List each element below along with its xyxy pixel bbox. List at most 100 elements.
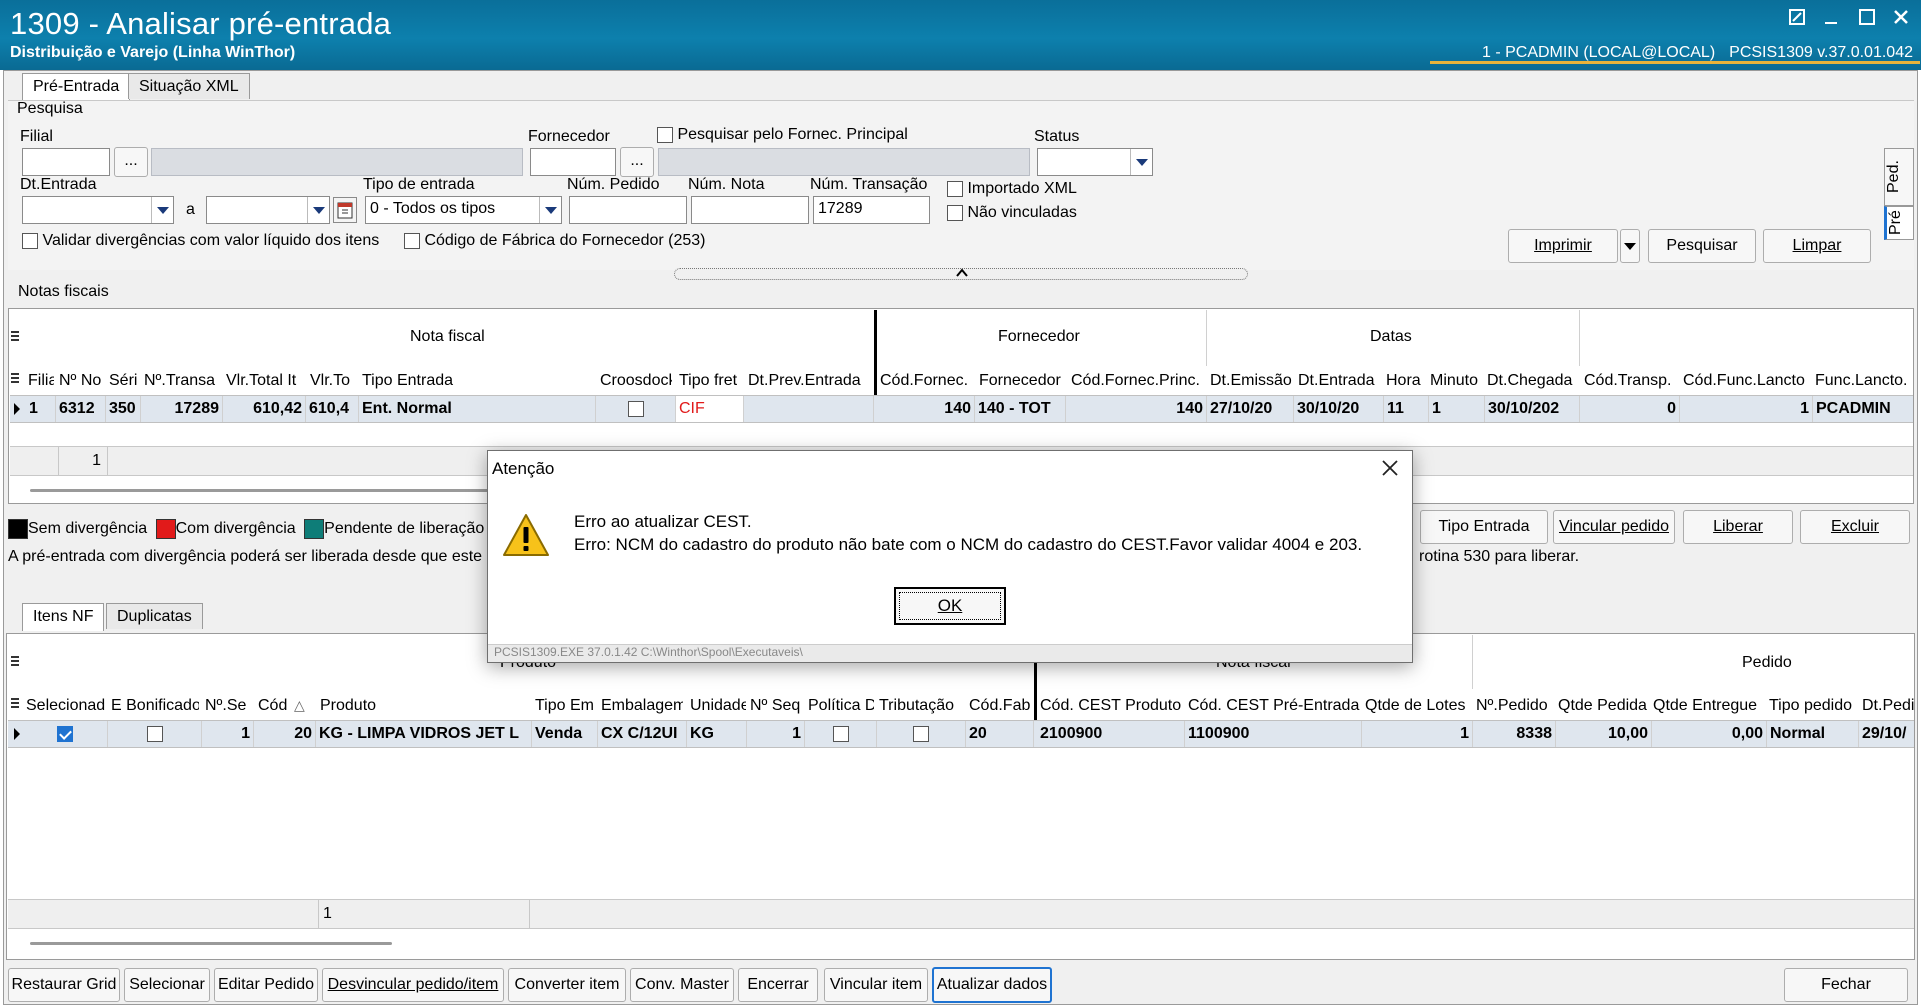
selecionar-button[interactable]: Selecionar bbox=[124, 968, 210, 1002]
restore-icon[interactable] bbox=[1782, 8, 1812, 32]
col-cest-produto[interactable]: Cód. CEST Produto bbox=[1040, 697, 1185, 715]
col-tipo-pedido[interactable]: Tipo pedido bbox=[1769, 697, 1859, 715]
col-selecionado[interactable]: Selecionad bbox=[26, 697, 106, 715]
atualizar-dados-button[interactable]: Atualizar dados bbox=[932, 967, 1052, 1003]
col-transacao[interactable]: Nº.Transa bbox=[144, 372, 222, 390]
nao-vinculadas-check-icon[interactable] bbox=[947, 204, 963, 221]
col-qtde-pedida[interactable]: Qtde Pedida bbox=[1558, 697, 1650, 715]
col-cod-fornec[interactable]: Cód.Fornec. bbox=[880, 372, 975, 390]
col-dt-prev-entrada[interactable]: Dt.Prev.Entrada bbox=[748, 372, 872, 390]
grid-menu-icon[interactable] bbox=[10, 330, 20, 347]
converter-item-button[interactable]: Converter item bbox=[508, 968, 626, 1002]
col-cod-transp[interactable]: Cód.Transp. bbox=[1584, 372, 1682, 390]
nao-vinculadas-checkbox[interactable]: Não vinculadas bbox=[947, 204, 1077, 222]
encerrar-button[interactable]: Encerrar bbox=[738, 968, 818, 1002]
col-vlr-total[interactable]: Vlr.Total It bbox=[226, 372, 304, 390]
col-dt-entrada[interactable]: Dt.Entrada bbox=[1298, 372, 1384, 390]
minimize-icon[interactable] bbox=[1816, 8, 1846, 32]
col-dt-emissao[interactable]: Dt.Emissão bbox=[1210, 372, 1294, 390]
editar-pedido-button[interactable]: Editar Pedido bbox=[214, 968, 318, 1002]
col-vlr-to[interactable]: Vlr.To bbox=[310, 372, 358, 390]
col-qtde-entregue[interactable]: Qtde Entregue bbox=[1653, 697, 1767, 715]
col-dt-chegada[interactable]: Dt.Chegada bbox=[1487, 372, 1579, 390]
conv-master-button[interactable]: Conv. Master bbox=[630, 968, 734, 1002]
validar-check-icon[interactable] bbox=[22, 232, 38, 249]
side-tab-pre[interactable]: Pré bbox=[1884, 206, 1914, 240]
chevron-down-icon[interactable] bbox=[151, 197, 173, 223]
num-transacao-input[interactable]: 17289 bbox=[813, 196, 930, 224]
croosdock-checkbox[interactable] bbox=[627, 401, 644, 417]
side-tab-ped[interactable]: Ped. bbox=[1884, 148, 1914, 206]
dialog-close-icon[interactable] bbox=[1381, 459, 1399, 482]
tipo-entrada-select[interactable]: 0 - Todos os tipos bbox=[365, 196, 562, 224]
itens-scrollbar[interactable] bbox=[30, 942, 392, 945]
chevron-down-icon[interactable] bbox=[539, 197, 561, 223]
bonificado-checkbox[interactable] bbox=[146, 726, 163, 742]
col-tipo-entrada[interactable]: Tipo Entrada bbox=[362, 372, 592, 390]
col-dt-pedido[interactable]: Dt.Pedi bbox=[1862, 697, 1914, 715]
col-tributacao[interactable]: Tributação bbox=[879, 697, 965, 715]
fornecedor-lookup-button[interactable]: ... bbox=[620, 147, 654, 177]
sort-ascending-icon[interactable]: △ bbox=[294, 697, 305, 714]
politica-checkbox[interactable] bbox=[832, 726, 849, 742]
vincular-item-button[interactable]: Vincular item bbox=[824, 968, 928, 1002]
importado-xml-checkbox[interactable]: Importado XML bbox=[947, 180, 1077, 198]
tab-situacao-xml[interactable]: Situação XML bbox=[128, 73, 250, 99]
maximize-icon[interactable] bbox=[1852, 8, 1882, 32]
imprimir-dropdown-button[interactable] bbox=[1620, 229, 1640, 263]
col-embalagem[interactable]: Embalagem bbox=[601, 697, 683, 715]
imprimir-button[interactable]: Imprimir bbox=[1508, 229, 1618, 263]
col-fornecedor[interactable]: Fornecedor bbox=[979, 372, 1063, 390]
desvincular-pedido-button[interactable]: Desvincular pedido/item bbox=[322, 968, 504, 1002]
num-pedido-input[interactable] bbox=[569, 196, 687, 224]
grid-menu-icon[interactable] bbox=[10, 372, 20, 389]
dtentrada-to-input[interactable] bbox=[206, 196, 330, 224]
chevron-up-icon[interactable] bbox=[955, 266, 969, 282]
validar-checkbox[interactable]: Validar divergências com valor líquido d… bbox=[22, 232, 379, 250]
vincular-pedido-button[interactable]: Vincular pedido bbox=[1553, 510, 1675, 544]
status-select[interactable] bbox=[1037, 148, 1153, 176]
importado-xml-check-icon[interactable] bbox=[947, 180, 963, 197]
dtentrada-from-input[interactable] bbox=[22, 196, 174, 224]
col-nseq[interactable]: Nº.Se bbox=[205, 697, 251, 715]
tab-pre-entrada[interactable]: Pré-Entrada bbox=[22, 73, 131, 101]
tributacao-checkbox[interactable] bbox=[913, 726, 929, 742]
filial-lookup-button[interactable]: ... bbox=[114, 147, 148, 177]
fornecedor-input[interactable] bbox=[530, 148, 616, 176]
close-window-icon[interactable] bbox=[1886, 8, 1916, 32]
col-croosdock[interactable]: Croosdock bbox=[600, 372, 672, 390]
col-bonificado[interactable]: E Bonificado bbox=[111, 697, 199, 715]
col-tipo-frete[interactable]: Tipo fret bbox=[679, 372, 745, 390]
codigo-fabrica-check-icon[interactable] bbox=[404, 232, 420, 249]
limpar-button[interactable]: Limpar bbox=[1763, 229, 1871, 263]
col-qtde-lotes[interactable]: Qtde de Lotes bbox=[1365, 697, 1475, 715]
chevron-down-icon[interactable] bbox=[1130, 149, 1152, 175]
liberar-button[interactable]: Liberar bbox=[1683, 510, 1793, 544]
col-minuto[interactable]: Minuto bbox=[1430, 372, 1488, 390]
notas-scrollbar[interactable] bbox=[30, 489, 500, 492]
col-filial[interactable]: Filia bbox=[28, 372, 54, 390]
col-num-pedido[interactable]: Nº.Pedido bbox=[1476, 697, 1556, 715]
col-cod-func-lancto[interactable]: Cód.Func.Lancto bbox=[1683, 372, 1813, 390]
restaurar-grid-button[interactable]: Restaurar Grid bbox=[8, 968, 120, 1002]
excluir-button[interactable]: Excluir bbox=[1800, 510, 1910, 544]
col-hora[interactable]: Hora bbox=[1386, 372, 1426, 390]
selecionado-checkbox[interactable] bbox=[56, 726, 73, 742]
fornec-principal-check-icon[interactable] bbox=[657, 126, 673, 143]
num-nota-input[interactable] bbox=[691, 196, 809, 224]
ok-button[interactable]: OK bbox=[894, 587, 1006, 625]
codigo-fabrica-checkbox[interactable]: Código de Fábrica do Fornecedor (253) bbox=[404, 232, 706, 250]
col-politica[interactable]: Política D bbox=[808, 697, 874, 715]
fornec-principal-checkbox[interactable]: Pesquisar pelo Fornec. Principal bbox=[657, 126, 908, 144]
col-produto[interactable]: Produto bbox=[320, 697, 530, 715]
tab-itens-nf[interactable]: Itens NF bbox=[22, 603, 105, 631]
col-num-seq[interactable]: Nº Seq bbox=[750, 697, 806, 715]
col-cod-fab[interactable]: Cód.Fab bbox=[969, 697, 1032, 715]
grid-menu-icon[interactable] bbox=[10, 655, 20, 674]
col-cod[interactable]: Cód bbox=[258, 697, 288, 715]
fechar-button[interactable]: Fechar bbox=[1784, 968, 1908, 1002]
filial-input[interactable] bbox=[22, 148, 110, 176]
chevron-down-icon[interactable] bbox=[307, 197, 329, 223]
calendar-icon[interactable] bbox=[333, 197, 357, 223]
col-num[interactable]: Nº No bbox=[59, 372, 106, 390]
